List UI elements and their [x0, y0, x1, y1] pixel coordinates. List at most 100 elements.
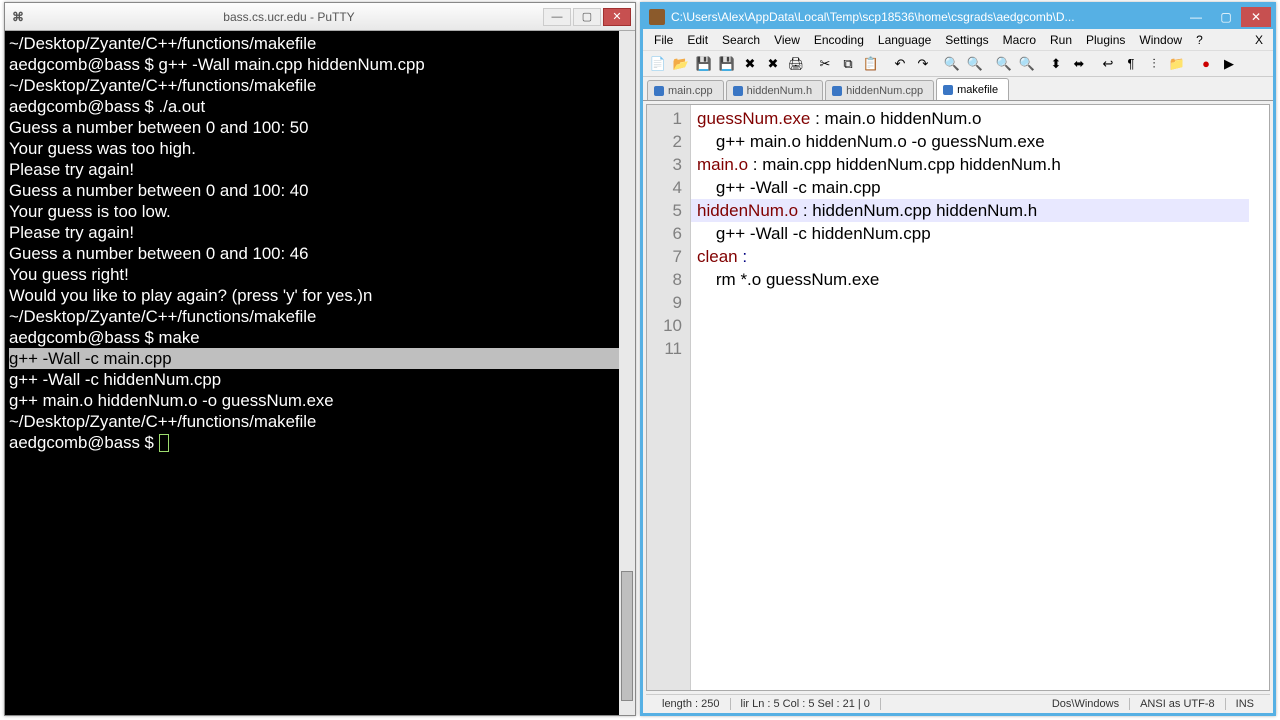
terminal-line: aedgcomb@bass $	[9, 432, 631, 453]
putty-window: ⌘ bass.cs.ucr.edu - PuTTY — ▢ ✕ ~/Deskto…	[4, 2, 636, 716]
tab-save-indicator-icon	[733, 86, 743, 96]
tab-label: hiddenNum.cpp	[846, 85, 923, 97]
line-number: 6	[647, 222, 682, 245]
npp-titlebar[interactable]: C:\Users\Alex\AppData\Local\Temp\scp1853…	[643, 5, 1273, 29]
terminal-line: aedgcomb@bass $ make	[9, 327, 631, 348]
terminal-line: ~/Desktop/Zyante/C++/functions/makefile	[9, 75, 631, 96]
close-file-icon[interactable]: ✖	[739, 53, 761, 75]
terminal-line: Please try again!	[9, 222, 631, 243]
status-bar: length : 250 lir Ln : 5 Col : 5 Sel : 21…	[646, 694, 1270, 713]
code-line: g++ main.o hiddenNum.o -o guessNum.exe	[697, 130, 1269, 153]
code-line: g++ -Wall -c main.cpp	[697, 176, 1269, 199]
tab-save-indicator-icon	[943, 85, 953, 95]
terminal-line: g++ -Wall -c hiddenNum.cpp	[9, 369, 631, 390]
terminal[interactable]: ~/Desktop/Zyante/C++/functions/makefilea…	[5, 31, 635, 715]
terminal-cursor	[159, 434, 169, 452]
tab-label: main.cpp	[668, 85, 713, 97]
zoom-out-icon[interactable]: 🔍	[1016, 53, 1038, 75]
print-icon[interactable]: 🖨	[785, 53, 807, 75]
line-number: 4	[647, 176, 682, 199]
tab-hiddenNum-cpp[interactable]: hiddenNum.cpp	[825, 80, 934, 100]
line-gutter: 1234567891011	[647, 105, 691, 690]
new-file-icon[interactable]: 📄	[647, 53, 669, 75]
status-insert-mode: INS	[1226, 698, 1264, 710]
save-icon[interactable]: 💾	[693, 53, 715, 75]
tab-makefile[interactable]: makefile	[936, 78, 1009, 100]
zoom-in-icon[interactable]: 🔍	[993, 53, 1015, 75]
replace-icon[interactable]: 🔍	[964, 53, 986, 75]
line-number: 5	[647, 199, 682, 222]
menu-window[interactable]: Window	[1132, 33, 1189, 47]
toolbar: 📄 📂 💾 💾 ✖ ✖ 🖨 ✂ ⧉ 📋 ↶ ↷ 🔍 🔍 🔍 🔍 ⬍ ⬌ ↩ ¶ …	[643, 51, 1273, 77]
putty-title: bass.cs.ucr.edu - PuTTY	[35, 10, 543, 24]
sync-v-icon[interactable]: ⬍	[1045, 53, 1067, 75]
minimize-button[interactable]: —	[543, 8, 571, 26]
menu-run[interactable]: Run	[1043, 33, 1079, 47]
undo-icon[interactable]: ↶	[889, 53, 911, 75]
tab-label: hiddenNum.h	[747, 85, 812, 97]
menu-language[interactable]: Language	[871, 33, 938, 47]
terminal-line: ~/Desktop/Zyante/C++/functions/makefile	[9, 33, 631, 54]
line-number: 9	[647, 291, 682, 314]
tab-hiddenNum-h[interactable]: hiddenNum.h	[726, 80, 823, 100]
redo-icon[interactable]: ↷	[912, 53, 934, 75]
menu-close-doc[interactable]: X	[1249, 33, 1269, 47]
wordwrap-icon[interactable]: ↩	[1097, 53, 1119, 75]
putty-icon: ⌘	[9, 8, 27, 26]
menu-?[interactable]: ?	[1189, 33, 1210, 47]
menu-plugins[interactable]: Plugins	[1079, 33, 1132, 47]
terminal-line: aedgcomb@bass $ ./a.out	[9, 96, 631, 117]
folder-margin-icon[interactable]: 📁	[1166, 53, 1188, 75]
terminal-line: g++ -Wall -c main.cpp	[9, 348, 631, 369]
close-all-icon[interactable]: ✖	[762, 53, 784, 75]
maximize-button[interactable]: ▢	[1211, 7, 1241, 27]
play-macro-icon[interactable]: ▶	[1218, 53, 1240, 75]
terminal-line: ~/Desktop/Zyante/C++/functions/makefile	[9, 411, 631, 432]
menu-edit[interactable]: Edit	[680, 33, 715, 47]
record-macro-icon[interactable]: ●	[1195, 53, 1217, 75]
code-line: hiddenNum.o : hiddenNum.cpp hiddenNum.h	[697, 199, 1269, 222]
terminal-line: aedgcomb@bass $ g++ -Wall main.cpp hidde…	[9, 54, 631, 75]
paste-icon[interactable]: 📋	[860, 53, 882, 75]
tab-bar: main.cpp hiddenNum.h hiddenNum.cpp makefile	[643, 77, 1273, 101]
line-number: 7	[647, 245, 682, 268]
code-area[interactable]: guessNum.exe : main.o hiddenNum.o g++ ma…	[691, 105, 1269, 690]
menu-settings[interactable]: Settings	[938, 33, 995, 47]
code-line: guessNum.exe : main.o hiddenNum.o	[697, 107, 1269, 130]
save-all-icon[interactable]: 💾	[716, 53, 738, 75]
show-all-icon[interactable]: ¶	[1120, 53, 1142, 75]
line-number: 3	[647, 153, 682, 176]
notepadpp-icon	[649, 9, 665, 25]
tab-label: makefile	[957, 84, 998, 96]
menu-file[interactable]: File	[647, 33, 680, 47]
open-file-icon[interactable]: 📂	[670, 53, 692, 75]
terminal-line: Guess a number between 0 and 100: 50	[9, 117, 631, 138]
terminal-line: Your guess is too low.	[9, 201, 631, 222]
line-number: 8	[647, 268, 682, 291]
close-button[interactable]: ✕	[603, 8, 631, 26]
tab-main-cpp[interactable]: main.cpp	[647, 80, 724, 100]
sync-h-icon[interactable]: ⬌	[1068, 53, 1090, 75]
minimize-button[interactable]: —	[1181, 7, 1211, 27]
copy-icon[interactable]: ⧉	[837, 53, 859, 75]
terminal-scrollbar[interactable]	[619, 31, 635, 715]
npp-title: C:\Users\Alex\AppData\Local\Temp\scp1853…	[671, 10, 1181, 24]
maximize-button[interactable]: ▢	[573, 8, 601, 26]
close-button[interactable]: ✕	[1241, 7, 1271, 27]
menu-view[interactable]: View	[767, 33, 807, 47]
menu-encoding[interactable]: Encoding	[807, 33, 871, 47]
putty-titlebar[interactable]: ⌘ bass.cs.ucr.edu - PuTTY — ▢ ✕	[5, 3, 635, 31]
editor[interactable]: 1234567891011 guessNum.exe : main.o hidd…	[646, 104, 1270, 691]
code-line: rm *.o guessNum.exe	[697, 268, 1269, 291]
cut-icon[interactable]: ✂	[814, 53, 836, 75]
scrollbar-thumb[interactable]	[621, 571, 633, 701]
terminal-line: Please try again!	[9, 159, 631, 180]
indent-guide-icon[interactable]: ⫶	[1143, 53, 1165, 75]
find-icon[interactable]: 🔍	[941, 53, 963, 75]
menu-macro[interactable]: Macro	[996, 33, 1043, 47]
terminal-line: Your guess was too high.	[9, 138, 631, 159]
menu-search[interactable]: Search	[715, 33, 767, 47]
code-line: main.o : main.cpp hiddenNum.cpp hiddenNu…	[697, 153, 1269, 176]
terminal-line: g++ main.o hiddenNum.o -o guessNum.exe	[9, 390, 631, 411]
menu-bar: FileEditSearchViewEncodingLanguageSettin…	[643, 29, 1273, 51]
